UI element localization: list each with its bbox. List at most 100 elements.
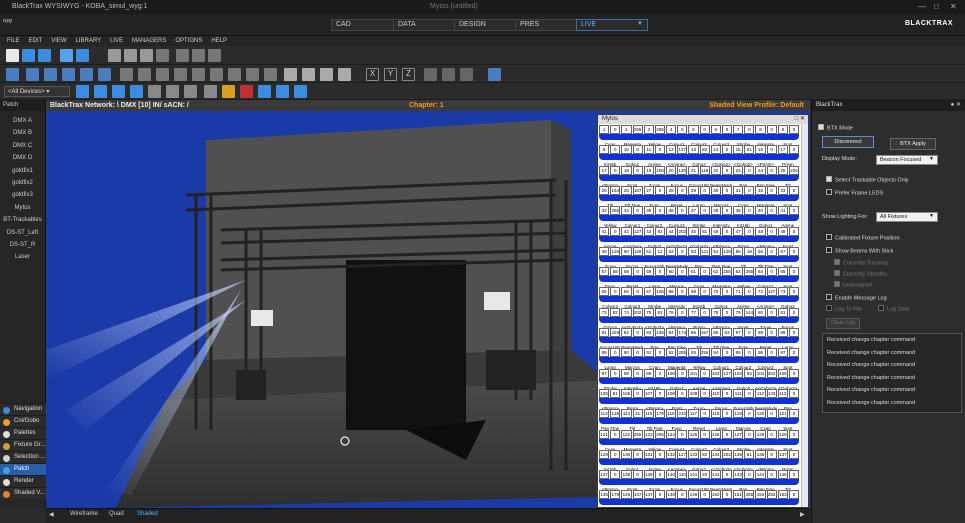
patch-item[interactable]: DS-ST_R	[0, 239, 45, 251]
unassigned-checkbox[interactable]: Unassigned	[834, 281, 872, 288]
shadow-icon[interactable]	[184, 85, 197, 98]
axis-z-icon[interactable]: Z	[402, 68, 415, 81]
angle-icon[interactable]	[338, 68, 351, 81]
move-up-icon[interactable]	[424, 68, 437, 81]
patch-item[interactable]: Mytos	[0, 202, 45, 214]
btx-mode-checkbox[interactable]: BTX Mode	[818, 124, 853, 131]
light-icon[interactable]	[246, 68, 259, 81]
snap-icon[interactable]	[112, 85, 125, 98]
tab-shaded[interactable]: Shaded	[137, 511, 158, 517]
axis-y-icon[interactable]: Y	[384, 68, 397, 81]
patch-item[interactable]: goldfix3	[0, 189, 45, 201]
menu-managers[interactable]: MANAGERS	[132, 36, 166, 46]
message-log-list[interactable]: Received change chapter command Received…	[822, 333, 962, 413]
menu-file[interactable]: FILE	[7, 36, 20, 46]
show-beams-checkbox[interactable]: Show Beams With Stick	[826, 247, 893, 254]
camera-icon[interactable]	[228, 68, 241, 81]
paste-icon[interactable]	[140, 49, 153, 62]
timecode-icon[interactable]	[294, 85, 307, 98]
patch-item[interactable]: DMX B	[0, 127, 45, 139]
render-icon[interactable]	[240, 85, 253, 98]
tool-render[interactable]: Render	[0, 475, 46, 487]
open-file-icon[interactable]	[22, 49, 35, 62]
tab-quad[interactable]: Quad	[109, 511, 124, 517]
patch-item[interactable]: DMX A	[0, 115, 45, 127]
target-icon[interactable]	[130, 85, 143, 98]
patch-item[interactable]: Laser	[0, 251, 45, 263]
btx-apply-button[interactable]: BTX Apply	[890, 138, 936, 150]
text-tool-icon[interactable]	[460, 68, 473, 81]
tool-patch[interactable]: Patch	[0, 463, 46, 475]
prefer-frame-checkbox[interactable]: Prefer Frame LEDS	[826, 189, 883, 196]
tool-palettes[interactable]: Palettes	[0, 427, 46, 439]
close-icon[interactable]: ✕	[950, 2, 957, 11]
cut-icon[interactable]	[108, 49, 121, 62]
menu-live[interactable]: LIVE	[110, 36, 123, 46]
view-bottom-icon[interactable]	[98, 68, 111, 81]
refresh-icon[interactable]	[258, 85, 271, 98]
mode-live[interactable]: LIVE ▼	[576, 19, 648, 31]
view-side-icon[interactable]	[62, 68, 75, 81]
ruler-icon[interactable]	[302, 68, 315, 81]
color-icon[interactable]	[222, 85, 235, 98]
beam-icon[interactable]	[166, 85, 179, 98]
maximize-icon[interactable]: □	[934, 2, 939, 11]
tool-navigation[interactable]: Navigation	[0, 403, 46, 415]
tool-selection[interactable]: Selection ...	[0, 451, 46, 463]
menu-view[interactable]: VIEW	[51, 36, 66, 46]
focus-icon[interactable]	[264, 68, 277, 81]
tool-fixture-groups[interactable]: Fixture Gr...	[0, 439, 46, 451]
undo-icon[interactable]	[176, 49, 189, 62]
calibrated-position-checkbox[interactable]: Calibrated Fixture Position	[826, 234, 900, 241]
view-back-icon[interactable]	[80, 68, 93, 81]
view-iso-icon[interactable]	[26, 68, 39, 81]
tool-col-gobo[interactable]: Col/Gobo	[0, 415, 46, 427]
display-mode-select[interactable]: Beacon Focused ▼	[876, 155, 938, 165]
focus-tool-icon[interactable]	[148, 85, 161, 98]
select-trackable-checkbox[interactable]: Select Trackable Objects Only	[826, 176, 909, 183]
tool-shaded-views[interactable]: Shaded V...	[0, 487, 46, 499]
save-icon[interactable]	[38, 49, 51, 62]
mesh-icon[interactable]	[204, 85, 217, 98]
patch-item[interactable]: DS-ST_Left	[0, 227, 45, 239]
zoom-icon[interactable]	[120, 68, 133, 81]
patch-item[interactable]: BT-Trackables	[0, 214, 45, 226]
redo-icon[interactable]	[192, 49, 205, 62]
log-to-file-checkbox[interactable]: Log To File	[826, 305, 862, 312]
menu-edit[interactable]: EDIT	[29, 36, 43, 46]
measure-icon[interactable]	[284, 68, 297, 81]
menu-options[interactable]: OPTIONS	[175, 36, 202, 46]
currently-tracking-checkbox[interactable]: Currently Tracking	[834, 259, 888, 266]
help-icon[interactable]	[488, 68, 501, 81]
currently-standby-checkbox[interactable]: Currently Standby	[834, 270, 887, 277]
mytos-scrollbar[interactable]	[801, 124, 808, 507]
patch-item[interactable]: goldfix2	[0, 177, 45, 189]
fly-icon[interactable]	[210, 68, 223, 81]
axis-x-icon[interactable]: X	[366, 68, 379, 81]
tab-wireframe[interactable]: Wireframe	[70, 511, 98, 517]
show-lighting-select[interactable]: All Fixtures ▼	[876, 212, 938, 222]
orbit-icon[interactable]	[174, 68, 187, 81]
cursor-icon[interactable]	[442, 68, 455, 81]
menu-help[interactable]: HELP	[211, 36, 227, 46]
select-fixtures-icon[interactable]	[76, 85, 89, 98]
log-data-checkbox[interactable]: Log Data	[878, 305, 909, 312]
pan-icon[interactable]	[156, 68, 169, 81]
panel-close-icon[interactable]: ● ✕	[951, 101, 961, 108]
patch-item[interactable]: DMX D	[0, 152, 45, 164]
copy-icon[interactable]	[124, 49, 137, 62]
delete-icon[interactable]	[156, 49, 169, 62]
sync-icon[interactable]	[276, 85, 289, 98]
patch-item[interactable]: DMX C	[0, 140, 45, 152]
print-preview-icon[interactable]	[60, 49, 73, 62]
clear-log-button[interactable]: Clear Log	[826, 318, 860, 329]
redo-all-icon[interactable]	[208, 49, 221, 62]
new-file-icon[interactable]	[6, 49, 19, 62]
device-filter-select[interactable]: <All Devices> ▾	[4, 86, 70, 97]
zoom-extents-icon[interactable]	[138, 68, 151, 81]
disconnect-button[interactable]: Disconnect	[822, 136, 874, 148]
print-icon[interactable]	[76, 49, 89, 62]
tab-scroll-left-icon[interactable]: ◀	[49, 511, 54, 518]
menu-library[interactable]: LIBRARY	[76, 36, 102, 46]
view-front-icon[interactable]	[44, 68, 57, 81]
